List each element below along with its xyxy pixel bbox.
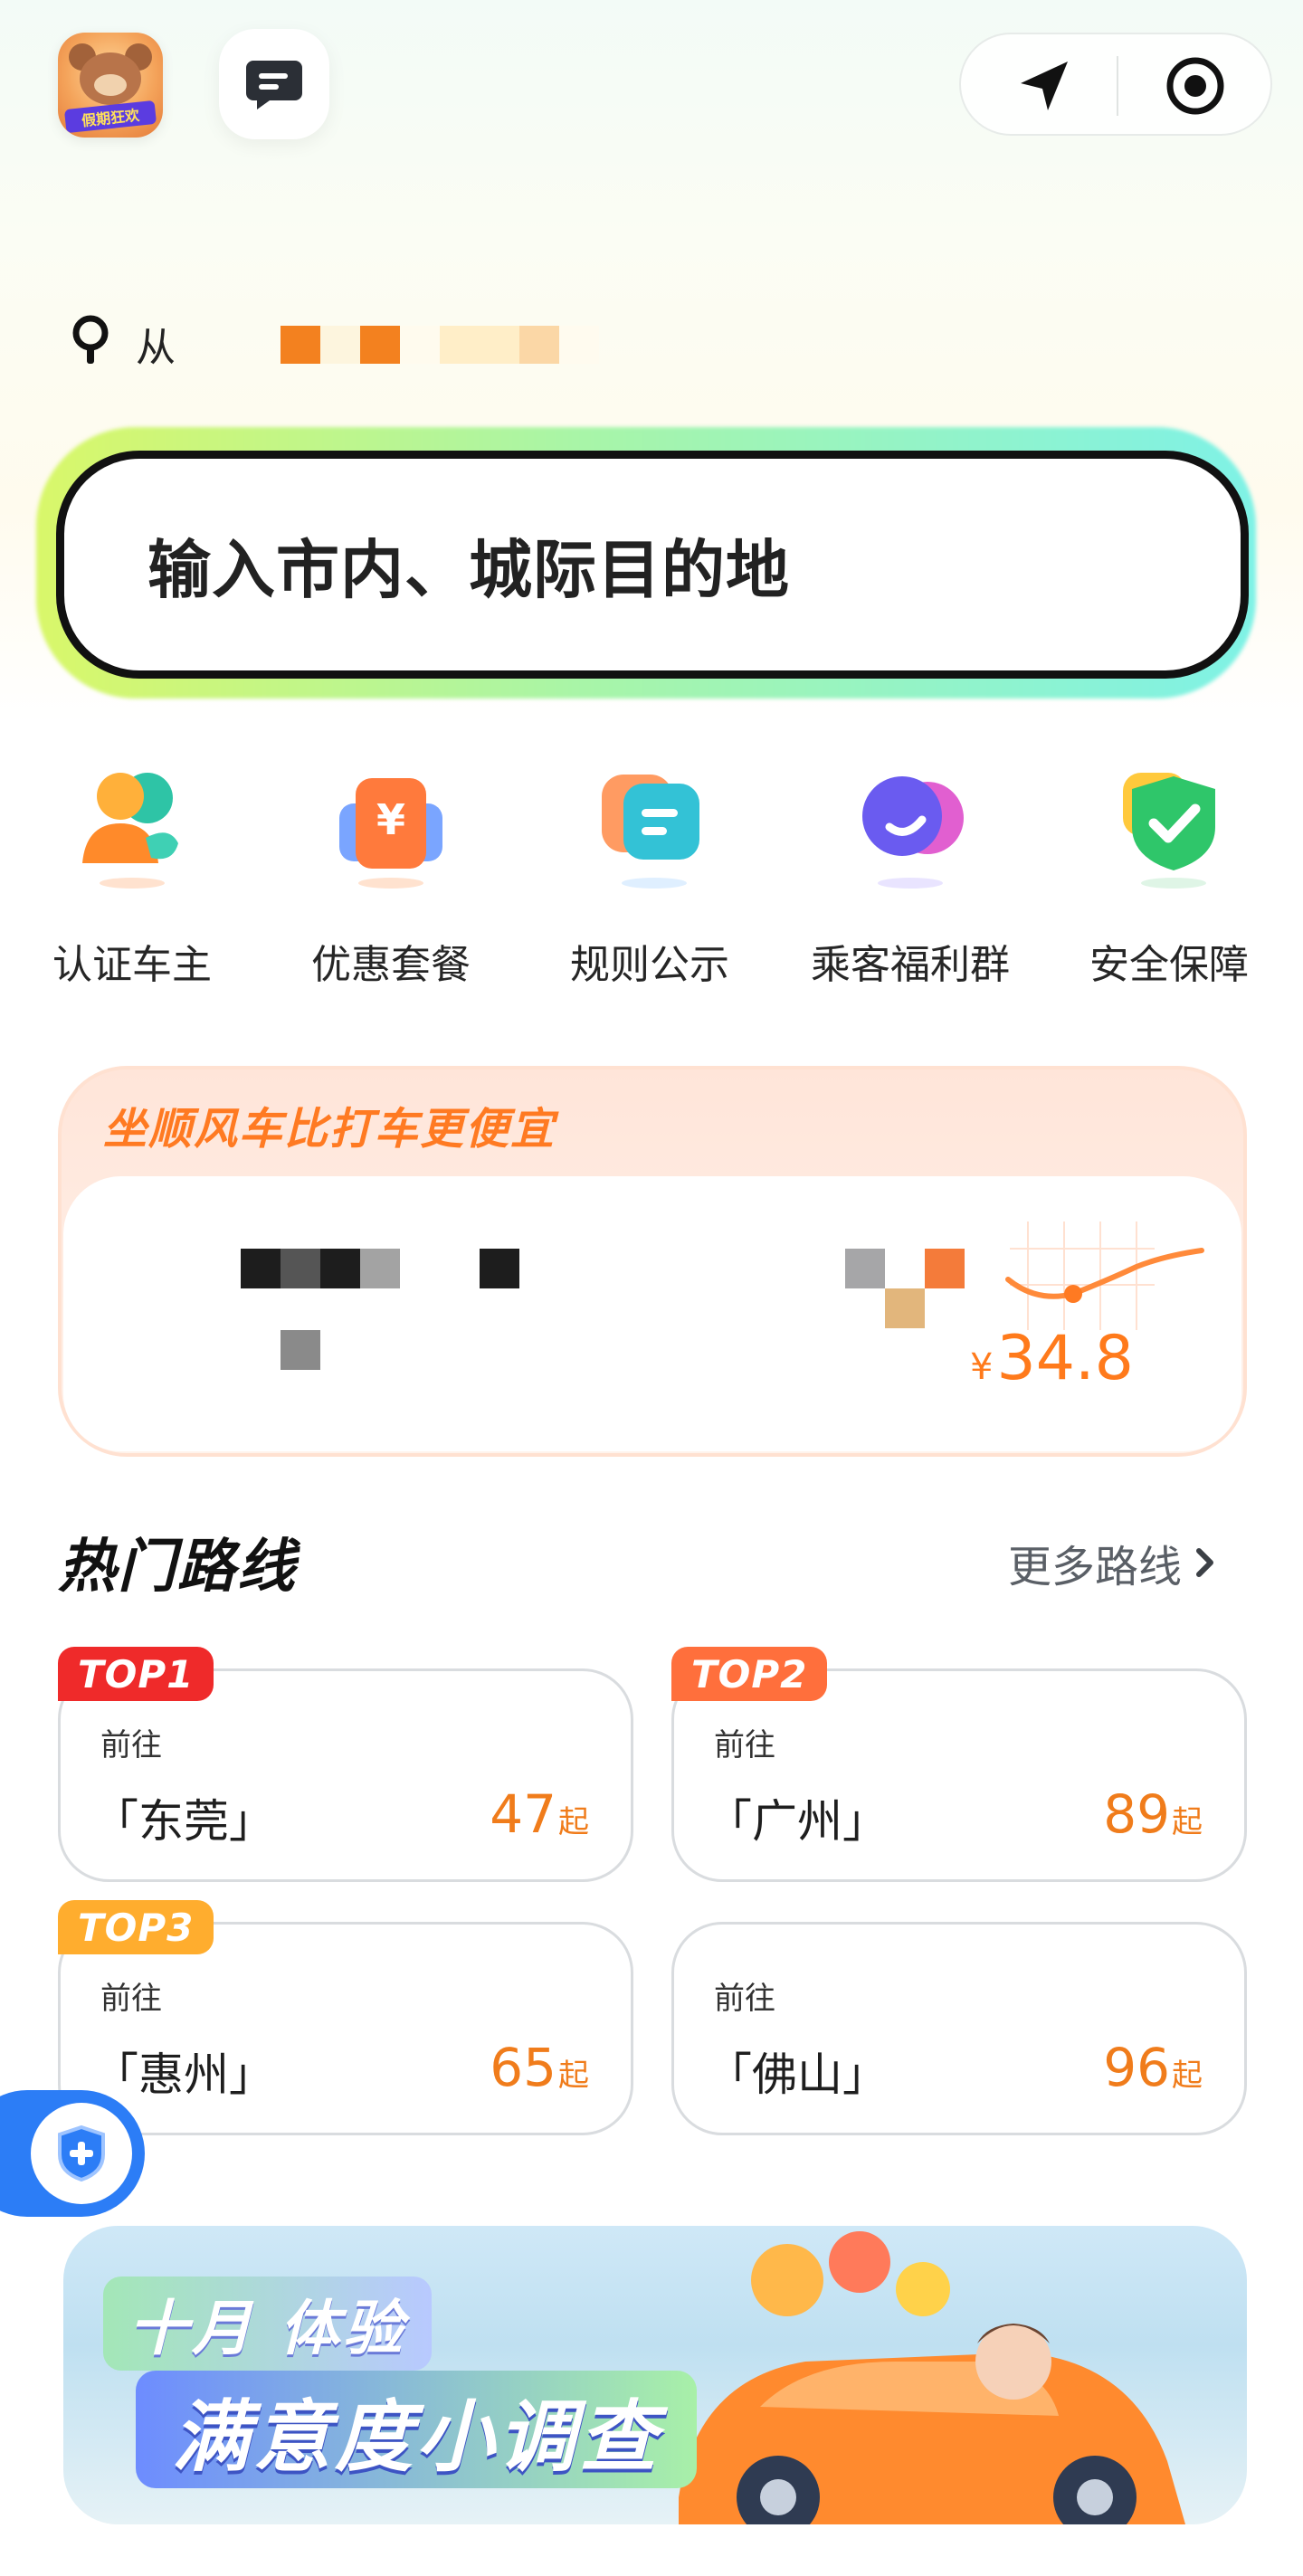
location-pin-icon — [69, 313, 112, 371]
map-controls — [959, 33, 1272, 136]
price-value: 34.8 — [996, 1323, 1134, 1394]
svg-text:¥: ¥ — [376, 795, 405, 844]
action-label: 优惠套餐 — [311, 942, 471, 988]
avatar-bear-muzzle — [94, 74, 127, 96]
navigation-button[interactable] — [1015, 58, 1073, 119]
blurred-route-text — [480, 1249, 519, 1288]
route-price: 65起 — [490, 2037, 589, 2098]
rank-badge-top3: TOP3 — [58, 1900, 214, 1954]
blurred-route-text — [845, 1249, 965, 1328]
more-routes-link[interactable]: 更多路线 — [1008, 1531, 1216, 1594]
route-goto: 前往 — [100, 1727, 162, 1763]
navigation-arrow-icon — [1021, 62, 1068, 110]
chevron-right-icon — [1196, 1548, 1214, 1577]
user-avatar[interactable]: 假期狂欢 — [58, 33, 163, 138]
action-label: 安全保障 — [1089, 942, 1249, 988]
action-discount-package[interactable]: ¥ 优惠套餐 — [282, 756, 499, 990]
route-city: 「惠州」 — [93, 2048, 274, 2101]
price-trend-icon — [1005, 1221, 1204, 1330]
promo-route-panel — [63, 1176, 1241, 1451]
route-goto: 前往 — [714, 1727, 775, 1763]
locate-button[interactable] — [1164, 54, 1227, 121]
coupon-yen-icon: ¥ — [323, 756, 459, 892]
safety-fab-inner — [31, 2103, 132, 2204]
currency-symbol: ¥ — [970, 1346, 994, 1388]
route-city: 「东莞」 — [93, 1795, 274, 1848]
route-goto: 前往 — [100, 1981, 162, 2017]
target-icon — [1166, 57, 1224, 115]
survey-banner[interactable]: 十月 体验 满意度小调查 — [63, 2226, 1247, 2524]
action-verified-driver[interactable]: 认证车主 — [24, 756, 241, 990]
blurred-start-location[interactable] — [281, 326, 599, 364]
rank-badge-top1: TOP1 — [58, 1647, 214, 1701]
blurred-route-subtext — [281, 1330, 320, 1370]
route-price: 89起 — [1103, 1783, 1203, 1845]
banner-line1: 十月 体验 — [103, 2277, 432, 2371]
banner-line2: 满意度小调查 — [136, 2371, 697, 2488]
route-price: 96起 — [1103, 2037, 1203, 2098]
message-button[interactable] — [219, 29, 329, 139]
route-city: 「广州」 — [707, 1795, 888, 1848]
destination-search-input[interactable]: 输入市内、城际目的地 — [56, 451, 1249, 679]
avatar-badge: 假期狂欢 — [63, 100, 157, 134]
rank-badge-top2: TOP2 — [671, 1647, 828, 1701]
blurred-route-text — [241, 1249, 400, 1288]
safety-shield-icon — [1101, 756, 1237, 892]
action-label: 规则公示 — [570, 942, 729, 988]
action-passenger-group[interactable]: 乘客福利群 — [802, 756, 1019, 990]
rules-doc-icon — [582, 756, 718, 892]
chat-bubble-icon — [246, 61, 302, 109]
promo-title: 坐顺风车比打车更便宜 — [103, 1104, 556, 1155]
from-label: 从 — [136, 325, 176, 371]
pill-divider — [1117, 56, 1118, 116]
route-goto: 前往 — [714, 1981, 775, 2017]
verified-driver-icon — [64, 756, 200, 892]
action-rules[interactable]: 规则公示 — [541, 756, 758, 990]
action-safety[interactable]: 安全保障 — [1060, 756, 1278, 990]
more-routes-label: 更多路线 — [1008, 1542, 1183, 1592]
route-city: 「佛山」 — [707, 2048, 888, 2101]
shield-plus-icon — [58, 2124, 105, 2182]
safety-fab-button[interactable] — [0, 2090, 145, 2217]
hot-routes-title: 热门路线 — [58, 1534, 297, 1601]
promo-price: ¥34.8 — [970, 1323, 1134, 1394]
route-price: 47起 — [490, 1783, 589, 1845]
car-illustration — [679, 2231, 1185, 2524]
action-label: 乘客福利群 — [811, 942, 1010, 988]
route-card-foshan[interactable]: 前往 「佛山」 96起 — [671, 1922, 1247, 2135]
action-label: 认证车主 — [52, 942, 212, 988]
group-chat-icon — [842, 756, 978, 892]
